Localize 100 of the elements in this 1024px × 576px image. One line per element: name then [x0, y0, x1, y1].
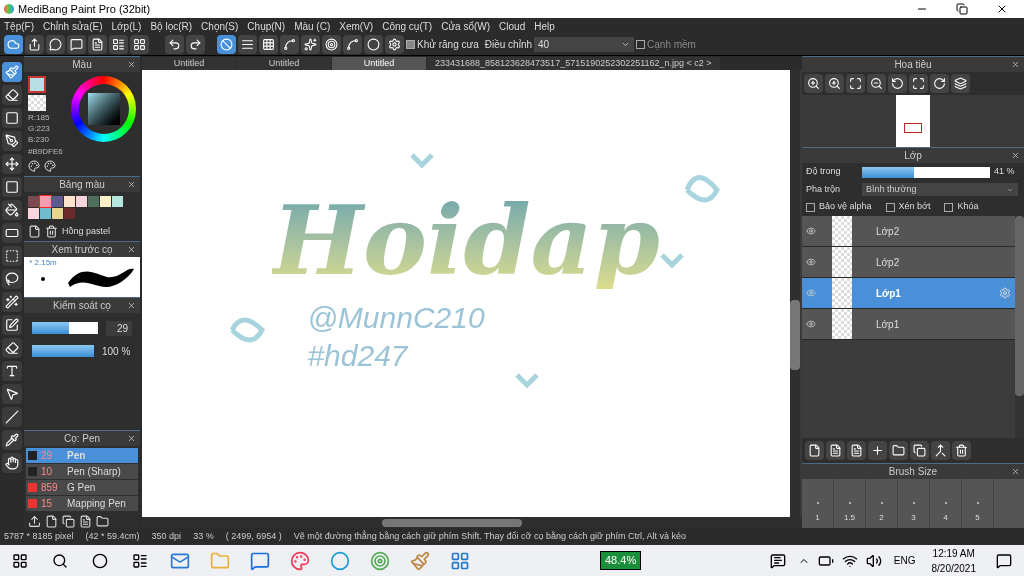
- palette-swatch[interactable]: [52, 196, 63, 207]
- app-icon[interactable]: [370, 550, 390, 571]
- folder-icon[interactable]: [889, 441, 908, 460]
- language-indicator[interactable]: ENG: [893, 553, 916, 568]
- layer-row[interactable]: Lớp1: [802, 309, 1015, 340]
- checkbox[interactable]: [944, 202, 954, 212]
- menu-item[interactable]: Chụp(N): [247, 18, 286, 34]
- wand-icon[interactable]: [2, 292, 22, 312]
- menu-item[interactable]: Help: [534, 18, 555, 34]
- palette-swatch[interactable]: [40, 208, 51, 219]
- palette-icon[interactable]: [28, 160, 40, 172]
- clock-date[interactable]: 8/20/2021: [931, 560, 976, 576]
- speech-bubble-icon[interactable]: [46, 35, 65, 54]
- visibility-icon[interactable]: [806, 257, 816, 267]
- palette-swatch[interactable]: [40, 196, 51, 207]
- circle-icon[interactable]: [92, 552, 108, 569]
- photos-app-icon[interactable]: [450, 550, 470, 571]
- rectangle-icon[interactable]: [2, 223, 22, 243]
- correction-select[interactable]: 40: [534, 37, 635, 52]
- layer-icon[interactable]: [847, 441, 866, 460]
- new-file-icon[interactable]: [28, 225, 41, 239]
- start-icon[interactable]: [12, 552, 28, 569]
- search-icon[interactable]: [52, 552, 68, 569]
- chat-app-icon[interactable]: [250, 550, 270, 571]
- eraser-icon[interactable]: [2, 338, 22, 358]
- layer-row[interactable]: Lớp2: [802, 216, 1015, 247]
- new-layer-icon[interactable]: [805, 441, 824, 460]
- speaker-icon[interactable]: [865, 552, 882, 569]
- grid-snap-icon[interactable]: [259, 35, 278, 54]
- zoom-in-icon[interactable]: [825, 74, 844, 93]
- palette-swatch[interactable]: [52, 208, 63, 219]
- text-icon[interactable]: [2, 361, 22, 381]
- brush-list-item[interactable]: 859 G Pen: [26, 480, 138, 495]
- slash-icon[interactable]: [2, 407, 22, 427]
- document-tab[interactable]: 233431688_858123628473517_5715190252302251162_n.jpg < c2 >: [427, 57, 720, 70]
- no-snap-icon[interactable]: [217, 35, 236, 54]
- zoom-icon[interactable]: [804, 74, 823, 93]
- square-icon[interactable]: [2, 177, 22, 197]
- frame-icon[interactable]: [909, 74, 928, 93]
- palette-swatch[interactable]: [112, 196, 123, 207]
- news-icon[interactable]: [769, 552, 786, 569]
- palette-swatch[interactable]: [64, 196, 75, 207]
- document-tab[interactable]: Untitled: [142, 57, 236, 70]
- checkbox[interactable]: [406, 40, 415, 49]
- clock-time[interactable]: 12:19 AM: [932, 545, 975, 561]
- layer-icon[interactable]: [826, 441, 845, 460]
- menu-item[interactable]: Cửa sổ(W): [441, 18, 491, 34]
- checkbox[interactable]: [885, 202, 895, 212]
- grid-icon[interactable]: [130, 35, 149, 54]
- scrollbar-thumb[interactable]: [1015, 216, 1024, 396]
- pen-icon[interactable]: [2, 131, 22, 151]
- palette-swatch[interactable]: [28, 196, 39, 207]
- move-icon[interactable]: [2, 154, 22, 174]
- brush-icon[interactable]: [2, 62, 22, 82]
- menu-item[interactable]: Công cụ(T): [382, 18, 433, 34]
- current-color-swatch[interactable]: [28, 76, 46, 93]
- menu-item[interactable]: Bộ lọc(R): [150, 18, 193, 34]
- scrollbar-thumb[interactable]: [790, 300, 800, 370]
- menu-item[interactable]: Cloud: [499, 18, 526, 34]
- document-icon[interactable]: [88, 35, 107, 54]
- menu-item[interactable]: Lớp(L): [111, 18, 142, 34]
- trash-icon[interactable]: [45, 225, 58, 239]
- settings-icon[interactable]: [385, 35, 404, 54]
- rotate-right-icon[interactable]: [930, 74, 949, 93]
- trash-icon[interactable]: [952, 441, 971, 460]
- palette-swatch[interactable]: [88, 196, 99, 207]
- close-icon[interactable]: [996, 3, 1008, 15]
- visibility-icon[interactable]: [806, 319, 816, 329]
- paint-app-icon[interactable]: [290, 550, 310, 571]
- brush-list-item[interactable]: 15 Mapping Pen: [26, 496, 138, 511]
- parallel-lines-icon[interactable]: [238, 35, 257, 54]
- palette-swatch[interactable]: [28, 208, 39, 219]
- merge-icon[interactable]: [931, 441, 950, 460]
- paint-app-icon[interactable]: [410, 550, 430, 571]
- eyedropper-icon[interactable]: [2, 430, 22, 450]
- curve-icon[interactable]: [343, 35, 362, 54]
- layer-row[interactable]: Lớp2: [802, 247, 1015, 278]
- new-file-icon[interactable]: [45, 515, 58, 528]
- notifications-icon[interactable]: [996, 552, 1012, 569]
- eraser-icon[interactable]: [2, 85, 22, 105]
- copy-icon[interactable]: [62, 515, 75, 528]
- upload-icon[interactable]: [28, 515, 41, 528]
- document-icon[interactable]: [79, 515, 92, 528]
- transparent-swatch[interactable]: [28, 94, 46, 111]
- cloud-icon[interactable]: [4, 35, 23, 54]
- list-icon[interactable]: [109, 35, 128, 54]
- menu-item[interactable]: Chọn(S): [201, 18, 239, 34]
- checkbox[interactable]: [636, 40, 646, 49]
- bucket-icon[interactable]: [2, 200, 22, 220]
- circle-icon[interactable]: [364, 35, 383, 54]
- document-tab[interactable]: Untitled: [332, 57, 426, 70]
- brush-list-item[interactable]: 10 Pen (Sharp): [26, 464, 138, 479]
- palette-swatch[interactable]: [64, 208, 75, 219]
- rotate-left-icon[interactable]: [888, 74, 907, 93]
- menu-item[interactable]: Màu (C): [294, 18, 331, 34]
- hand-icon[interactable]: [2, 453, 22, 473]
- add-icon[interactable]: [868, 441, 887, 460]
- checkbox[interactable]: [806, 202, 815, 212]
- pointer-icon[interactable]: [2, 384, 22, 404]
- concentric-icon[interactable]: [322, 35, 341, 54]
